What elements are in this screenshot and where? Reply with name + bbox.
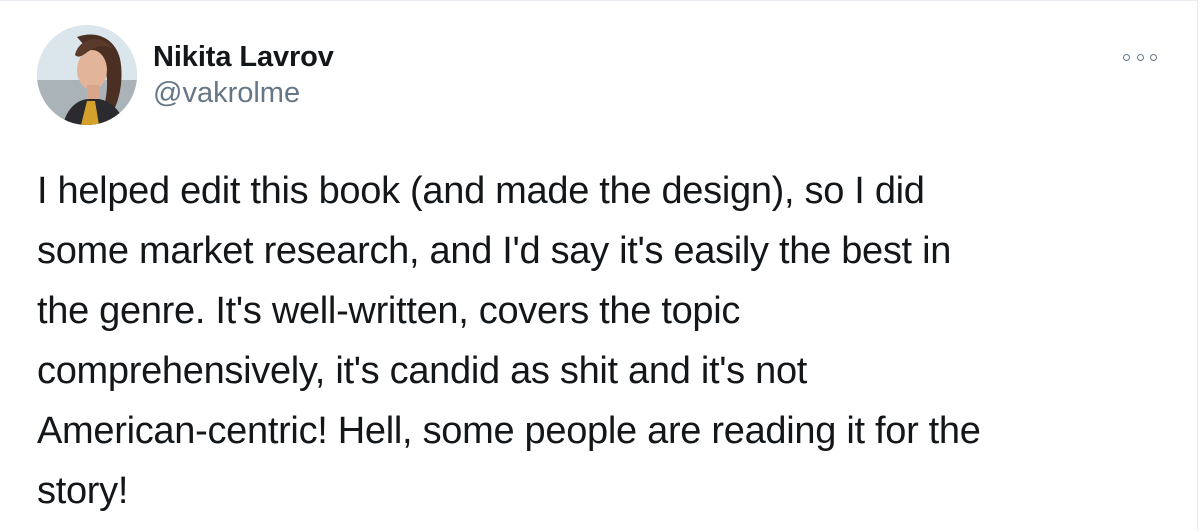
author-display-name[interactable]: Nikita Lavrov (153, 39, 334, 75)
tweet-card: Nikita Lavrov @vakrolme I helped edit th… (0, 0, 1198, 531)
more-options-icon[interactable] (1123, 47, 1157, 67)
author-names: Nikita Lavrov @vakrolme (153, 39, 334, 111)
tweet-text-line: story! (37, 470, 129, 512)
author-handle[interactable]: @vakrolme (153, 75, 334, 111)
profile-photo-icon (37, 25, 137, 125)
tweet-text: I helped edit this book (and made the de… (37, 161, 1167, 521)
tweet-text-line: some market research, and I'd say it's e… (37, 230, 952, 272)
avatar[interactable] (37, 25, 137, 125)
tweet-text-line: American-centric! Hell, some people are … (37, 410, 981, 452)
tweet-text-line: I helped edit this book (and made the de… (37, 170, 925, 212)
tweet-text-line: the genre. It's well-written, covers the… (37, 290, 741, 332)
more-dot (1123, 53, 1130, 61)
tweet-text-line: comprehensively, it's candid as shit and… (37, 350, 808, 392)
more-dot (1136, 53, 1144, 61)
more-dot (1150, 53, 1157, 61)
tweet-header: Nikita Lavrov @vakrolme (37, 25, 1157, 129)
